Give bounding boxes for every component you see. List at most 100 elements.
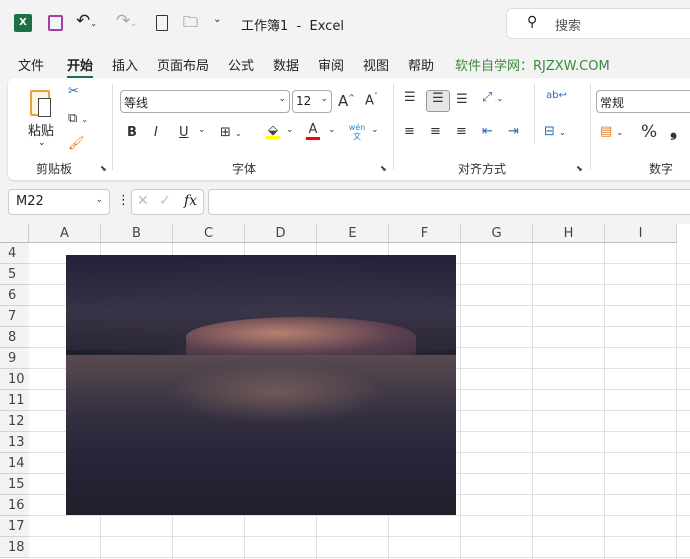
customize-qat-icon[interactable]: ⌄ [213, 14, 221, 25]
font-group-label: 字体 [232, 162, 257, 176]
orientation-icon[interactable]: ⤢ ⌄ [482, 90, 503, 105]
row-header-16[interactable]: 16 [0, 495, 29, 516]
copy-icon[interactable]: ⧉ ⌄ [68, 111, 88, 126]
gridline [29, 515, 690, 516]
new-file-icon[interactable] [156, 15, 168, 31]
window-title: 工作簿1 - Excel [241, 19, 344, 34]
redo-icon[interactable]: ↷⌄ [116, 11, 137, 31]
font-color-button[interactable]: A [306, 122, 320, 140]
name-box[interactable]: M22 ⌄ [8, 189, 110, 215]
insert-function-button[interactable]: fx [184, 193, 197, 209]
cancel-icon[interactable]: ✕ [137, 193, 149, 209]
enter-icon[interactable]: ✓ [159, 193, 171, 209]
format-painter-icon[interactable]: 🖌 [68, 136, 85, 151]
align-bottom-icon[interactable]: ☰ [456, 92, 468, 107]
chevron-down-icon[interactable]: ⌄ [328, 125, 336, 135]
tab-formulas[interactable]: 公式 [228, 55, 254, 74]
underline-button[interactable]: U [179, 125, 189, 140]
font-color-letter: A [308, 122, 318, 137]
fill-color-button[interactable]: ⬙ [266, 123, 280, 139]
save-icon[interactable] [48, 15, 63, 31]
excel-logo-icon: X [14, 14, 32, 32]
paste-button[interactable]: 粘贴 ⌄ [28, 86, 58, 148]
align-center-icon[interactable]: ≡ [430, 124, 441, 139]
row-header-7[interactable]: 7 [0, 306, 29, 327]
font-size-value: 12 [296, 94, 312, 108]
formula-buttons: ✕ ✓ fx [131, 189, 204, 215]
row-header-15[interactable]: 15 [0, 474, 29, 495]
decrease-indent-icon[interactable]: ⇤ [482, 124, 493, 139]
row-header-4[interactable]: 4 [0, 243, 29, 264]
border-icon[interactable]: ⊞ ⌄ [220, 125, 242, 140]
row-header-9[interactable]: 9 [0, 348, 29, 369]
tab-view[interactable]: 视图 [363, 55, 389, 74]
percent-button[interactable]: % [641, 122, 657, 142]
tab-data[interactable]: 数据 [273, 55, 299, 74]
search-box[interactable]: ⚲ 搜索 [506, 8, 690, 39]
align-right-icon[interactable]: ≡ [456, 124, 467, 139]
tab-help[interactable]: 帮助 [408, 55, 434, 74]
wrap-text-icon[interactable]: ab↩ [546, 90, 567, 101]
open-folder-icon[interactable]: 🗀 [183, 12, 198, 37]
row-header-13[interactable]: 13 [0, 432, 29, 453]
font-color-swatch [306, 137, 320, 140]
increase-indent-icon[interactable]: ⇥ [508, 124, 519, 139]
tab-review[interactable]: 审阅 [318, 55, 344, 74]
increase-font-icon[interactable]: A^ [338, 92, 355, 110]
comma-button[interactable]: ❟ [670, 120, 677, 141]
decrease-font-icon[interactable]: Aˇ [365, 92, 378, 108]
row-header-11[interactable]: 11 [0, 390, 29, 411]
tab-page-layout[interactable]: 页面布局 [157, 55, 209, 74]
column-header-E[interactable]: E [317, 224, 389, 243]
tab-file[interactable]: 文件 [18, 55, 44, 74]
column-header-D[interactable]: D [245, 224, 317, 243]
column-header-H[interactable]: H [533, 224, 605, 243]
inserted-picture[interactable] [66, 255, 456, 515]
row-header-6[interactable]: 6 [0, 285, 29, 306]
merge-center-icon[interactable]: ⊟ ⌄ [544, 124, 566, 139]
column-header-B[interactable]: B [101, 224, 173, 243]
align-top-icon[interactable]: ☰ [404, 90, 416, 105]
accounting-format-icon[interactable]: ▤ ⌄ [600, 124, 623, 139]
column-header-I[interactable]: I [605, 224, 677, 243]
number-format-value: 常规 [600, 96, 625, 110]
select-all-button[interactable] [0, 224, 29, 243]
number-format-select[interactable]: 常规 [596, 90, 690, 113]
gridline [532, 243, 533, 559]
row-header-17[interactable]: 17 [0, 516, 29, 537]
fill-color-swatch [266, 136, 280, 139]
tab-home[interactable]: 开始 [67, 55, 94, 79]
bold-button[interactable]: B [127, 125, 137, 140]
italic-button[interactable]: I [154, 125, 158, 140]
align-left-icon[interactable]: ≡ [404, 124, 415, 139]
column-header-A[interactable]: A [29, 224, 101, 243]
phonetic-guide-icon[interactable]: wén 文 [348, 123, 366, 141]
font-name-select[interactable]: 等线 ⌄ [120, 90, 290, 113]
dialog-launcher-icon[interactable]: ⬊ [100, 164, 107, 173]
cut-icon[interactable]: ✂ [68, 84, 79, 99]
row-header-5[interactable]: 5 [0, 264, 29, 285]
more-options-icon[interactable]: ⋮ [117, 193, 130, 208]
align-middle-icon[interactable]: ☰ [426, 90, 450, 112]
chevron-down-icon[interactable]: ⌄ [371, 125, 379, 135]
dialog-launcher-icon[interactable]: ⬊ [576, 164, 583, 173]
tab-insert[interactable]: 插入 [112, 55, 138, 74]
column-header-F[interactable]: F [389, 224, 461, 243]
gridline [604, 243, 605, 559]
website-label: 软件自学网：RJZXW.COM [455, 59, 610, 74]
row-header-18[interactable]: 18 [0, 537, 29, 558]
formula-input[interactable] [208, 189, 690, 215]
undo-icon[interactable]: ↶⌄ [76, 11, 97, 31]
row-header-10[interactable]: 10 [0, 369, 29, 390]
column-header-G[interactable]: G [461, 224, 533, 243]
font-size-select[interactable]: 12 ⌄ [292, 90, 332, 113]
column-header-C[interactable]: C [173, 224, 245, 243]
chevron-down-icon[interactable]: ⌄ [198, 125, 206, 135]
row-header-14[interactable]: 14 [0, 453, 29, 474]
gridline [29, 557, 690, 558]
row-header-8[interactable]: 8 [0, 327, 29, 348]
row-header-12[interactable]: 12 [0, 411, 29, 432]
dialog-launcher-icon[interactable]: ⬊ [380, 164, 387, 173]
alignment-group-label: 对齐方式 [458, 162, 507, 176]
chevron-down-icon[interactable]: ⌄ [286, 125, 294, 135]
